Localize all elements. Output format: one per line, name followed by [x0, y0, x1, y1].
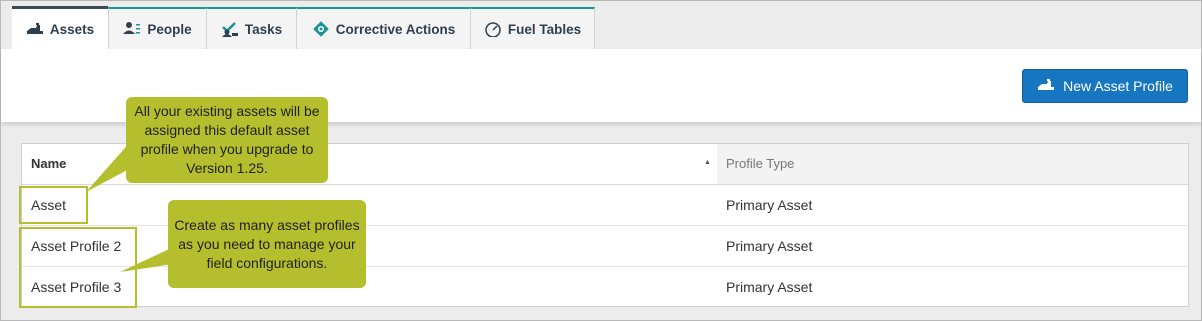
tab-label: Fuel Tables: [507, 21, 582, 37]
highlight-asset-profiles: [19, 227, 137, 308]
tab-label: People: [147, 21, 192, 37]
sort-ascending-icon[interactable]: ▲: [704, 159, 711, 166]
tab-corrective-actions[interactable]: Corrective Actions: [296, 7, 470, 49]
tab-tasks[interactable]: Tasks: [206, 7, 296, 49]
column-header-profile-type[interactable]: Profile Type: [717, 144, 1188, 184]
row-profile-type: Primary Asset: [726, 197, 813, 213]
gauge-icon: [484, 21, 502, 37]
new-asset-profile-button[interactable]: New Asset Profile: [1022, 69, 1188, 103]
corrective-action-icon: [312, 21, 330, 37]
column-header-profile-type-label: Profile Type: [726, 156, 795, 171]
callout-default-profile-text: All your existing assets will be assigne…: [134, 103, 320, 176]
asset-icon: [1037, 78, 1055, 94]
highlight-asset-row: [19, 186, 88, 224]
tab-label: Tasks: [244, 21, 283, 37]
row-profile-type: Primary Asset: [726, 279, 813, 295]
asset-icon: [26, 21, 44, 37]
new-asset-profile-label: New Asset Profile: [1063, 78, 1173, 94]
row-profile-type: Primary Asset: [726, 238, 813, 254]
tab-label: Corrective Actions: [335, 21, 456, 37]
tab-people[interactable]: People: [108, 7, 206, 49]
people-icon: [123, 21, 141, 37]
tab-bar: Assets People Tasks Corrective Actions F…: [12, 6, 595, 49]
column-header-name-label: Name: [31, 156, 67, 171]
callout-create-profiles-text: Create as many asset profiles as you nee…: [174, 216, 360, 271]
tab-label: Assets: [49, 21, 95, 37]
tab-assets[interactable]: Assets: [12, 6, 108, 49]
tab-fuel-tables[interactable]: Fuel Tables: [470, 7, 595, 49]
callout-default-profile: All your existing assets will be assigne…: [126, 97, 328, 183]
callout-create-profiles: Create as many asset profiles as you nee…: [168, 200, 366, 288]
tasks-icon: [221, 21, 239, 37]
